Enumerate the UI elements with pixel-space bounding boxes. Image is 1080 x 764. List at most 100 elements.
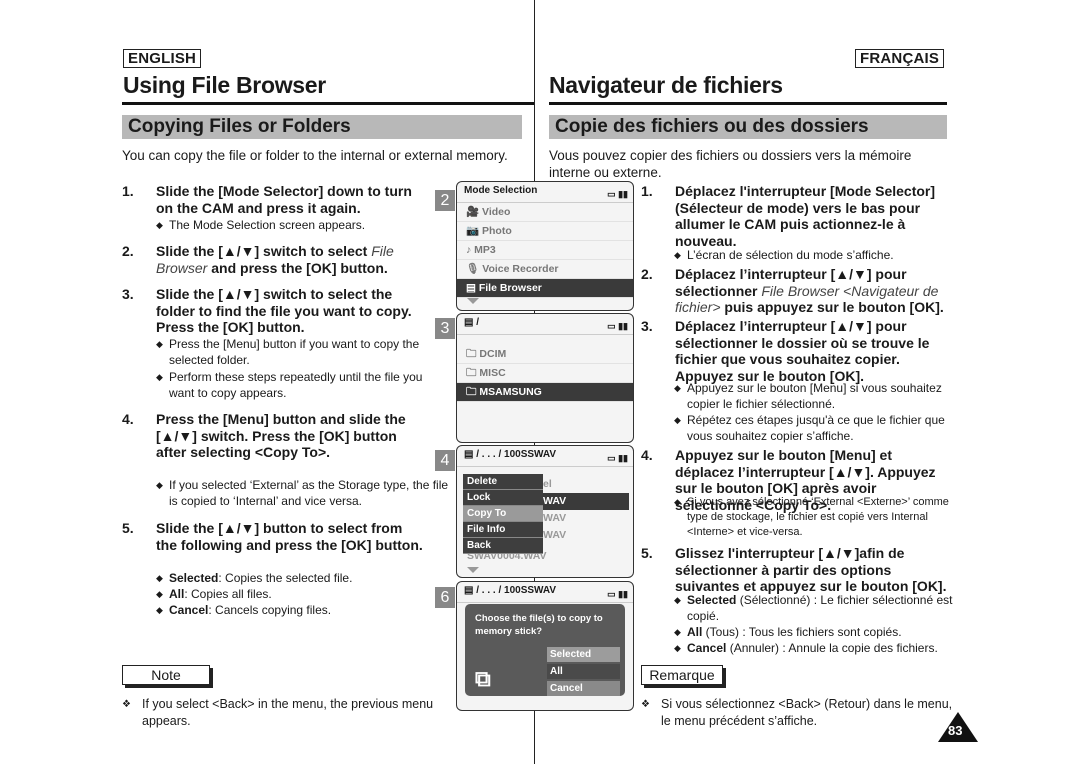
screen-badge-3: 3 — [435, 318, 455, 339]
memory-battery-icon: ▭ ▮▮ — [607, 189, 628, 199]
memory-battery-icon: ▭ ▮▮ — [607, 453, 628, 463]
step-fr-1: 1. Déplacez l'interrupteur [Mode Selecto… — [641, 183, 951, 249]
copy-dialog: Choose the file(s) to copy to memory sti… — [465, 604, 625, 696]
dialog-option-all[interactable]: All — [547, 664, 620, 679]
step-text: Slide the [▲/▼] switch to select — [156, 243, 372, 259]
screen-path: / — [476, 317, 480, 328]
language-label-french: FRANÇAIS — [855, 49, 945, 68]
menu-item-lock[interactable]: Lock — [463, 490, 543, 506]
title-rule-fr — [549, 102, 947, 105]
screen-title: Mode Selection — [464, 185, 538, 196]
screen-header: ▤ / . . . / 100SSWAV ▭ ▮▮ — [457, 582, 633, 603]
step-en-1: 1. Slide the [Mode Selector] down to tur… — [122, 183, 427, 216]
page-number-badge: 83 — [938, 712, 978, 742]
option-en-selected: Selected: Copies the selected file. — [156, 570, 439, 586]
menu-item-file-info[interactable]: File Info — [463, 522, 543, 538]
dialog-question: Choose the file(s) to copy to memory sti… — [475, 613, 603, 637]
bullet-en-4: If you selected ‘External’ as the Storag… — [156, 477, 449, 509]
folder-item-misc[interactable]: 🗀 MISC — [457, 364, 633, 383]
step-number: 1. — [641, 183, 653, 199]
option-fr-all: All (Tous) : Tous les fichiers sont copi… — [674, 624, 962, 640]
step-fr-5: 5. Glissez l'interrupteur [▲/▼]afin de s… — [641, 545, 951, 595]
step-fr-2: 2. Déplacez l’interrupteur [▲/▼] pour sé… — [641, 266, 951, 316]
bullet-en-3b: Perform these steps repeatedly until the… — [156, 369, 439, 401]
note-label-fr: Remarque — [641, 665, 723, 685]
step-text: Déplacez l’interrupteur [▲/▼] pour sélec… — [675, 318, 930, 384]
bullet-en-3a: Press the [Menu] button if you want to c… — [156, 336, 439, 368]
note-label-en: Note — [122, 665, 210, 685]
screen-path: / . . . / 100SSWAV — [476, 449, 557, 460]
step-number: 1. — [122, 183, 134, 199]
step-en-3: 3. Slide the [▲/▼] switch to select the … — [122, 286, 427, 336]
screen-header: ▤ / . . . / 100SSWAV ▭ ▮▮ — [457, 446, 633, 467]
step-text: puis appuyez sur le bouton [OK]. — [720, 299, 944, 315]
menu-item-copy-to[interactable]: Copy To — [463, 506, 543, 522]
screen-copy-dialog: ▤ / . . . / 100SSWAV ▭ ▮▮ Choose the file… — [456, 581, 634, 711]
section-heading-fr: Copie des fichiers ou des dossiers — [549, 115, 947, 139]
folder-item-dcim[interactable]: 🗀 DCIM — [457, 345, 633, 364]
mode-item-photo[interactable]: 📷 Photo — [457, 222, 633, 241]
menu-item-back[interactable]: Back — [463, 538, 543, 554]
step-number: 5. — [641, 545, 653, 561]
step-text: Slide the [▲/▼] button to select from th… — [156, 520, 423, 553]
step-number: 5. — [122, 520, 134, 536]
step-number: 2. — [122, 243, 134, 259]
screen-path: / . . . / 100SSWAV — [476, 585, 557, 596]
language-label-english: ENGLISH — [123, 49, 202, 68]
page-title-en: Using File Browser — [123, 72, 326, 98]
screen-badge-2: 2 — [435, 190, 455, 211]
bullet-fr-1: L’écran de sélection du mode s’affiche. — [674, 247, 967, 263]
option-en-all: All: Copies all files. — [156, 586, 439, 602]
step-en-5: 5. Slide the [▲/▼] button to select from… — [122, 520, 427, 553]
screen-badge-4: 4 — [435, 450, 455, 471]
step-number: 2. — [641, 266, 653, 282]
step-number: 4. — [641, 447, 653, 463]
step-text: Glissez l'interrupteur [▲/▼]afin de séle… — [675, 545, 947, 594]
note-text-fr: Si vous sélectionnez <Back> (Retour) dan… — [641, 696, 961, 730]
dialog-option-cancel[interactable]: Cancel — [547, 681, 620, 696]
folder-item-msamsung[interactable]: 🗀 MSAMSUNG — [457, 383, 633, 402]
bullet-en-1: The Mode Selection screen appears. — [156, 217, 449, 233]
intro-fr: Vous pouvez copier des fichiers ou dossi… — [549, 148, 912, 180]
mode-item-mp3[interactable]: ♪ MP3 — [457, 241, 633, 260]
note-text-en: If you select <Back> in the menu, the pr… — [122, 696, 472, 730]
intro-en: You can copy the file or folder to the i… — [122, 148, 508, 163]
file-list-behind: el WAV WAV WAV — [543, 476, 629, 544]
bullet-fr-3a: Appuyez sur le bouton [Menu] si vous sou… — [674, 380, 967, 412]
mode-item-file-browser[interactable]: ▤ File Browser — [457, 279, 633, 298]
step-text: Déplacez l'interrupteur [Mode Selector] … — [675, 183, 936, 249]
screen-header: Mode Selection ▭ ▮▮ — [457, 182, 633, 203]
step-text: Slide the [▲/▼] switch to select the fol… — [156, 286, 412, 335]
memory-battery-icon: ▭ ▮▮ — [607, 321, 628, 331]
screen-mode-selection: Mode Selection ▭ ▮▮ 🎥 Video 📷 Photo ♪ MP3… — [456, 181, 634, 311]
dialog-option-selected[interactable]: Selected — [547, 647, 620, 662]
bullet-fr-4: Si vous avez sélectionné ‘External <Exte… — [674, 495, 967, 540]
screen-header: ▤ / ▭ ▮▮ — [457, 314, 633, 335]
context-menu: Delete Lock Copy To File Info Back — [463, 474, 543, 554]
section-heading-en: Copying Files or Folders — [122, 115, 522, 139]
step-number: 3. — [641, 318, 653, 334]
screen-badge-6: 6 — [435, 587, 455, 608]
step-fr-3: 3. Déplacez l’interrupteur [▲/▼] pour sé… — [641, 318, 951, 384]
page-title-fr: Navigateur de fichiers — [549, 72, 783, 98]
mode-item-voice-recorder[interactable]: 🎙 Voice Recorder — [457, 260, 633, 279]
step-text: and press the [OK] button. — [207, 259, 388, 276]
step-en-4: 4. Press the [Menu] button and slide the… — [122, 411, 427, 461]
mode-item-video[interactable]: 🎥 Video — [457, 203, 633, 222]
menu-item-delete[interactable]: Delete — [463, 474, 543, 490]
option-fr-selected: Selected (Sélectionné) : Le fichier séle… — [674, 592, 962, 624]
option-en-cancel: Cancel: Cancels copying files. — [156, 602, 439, 618]
step-number: 3. — [122, 286, 134, 302]
bullet-fr-3b: Répétez ces étapes jusqu'à ce que le fic… — [674, 412, 967, 444]
page-number: 83 — [948, 723, 963, 738]
step-text: Press the [Menu] button and slide the [▲… — [156, 411, 406, 460]
scroll-down-icon — [467, 298, 479, 304]
title-rule-en — [122, 102, 534, 105]
scroll-down-icon — [467, 567, 479, 573]
memory-battery-icon: ▭ ▮▮ — [607, 589, 628, 599]
option-fr-cancel: Cancel (Annuler) : Annule la copie des f… — [674, 640, 967, 656]
screen-folder-list: ▤ / ▭ ▮▮ 🗀 DCIM 🗀 MISC 🗀 MSAMSUNG — [456, 313, 634, 443]
copy-files-icon: ⧉ — [475, 666, 491, 691]
screen-file-menu: ▤ / . . . / 100SSWAV ▭ ▮▮ el WAV WAV WAV … — [456, 445, 634, 578]
step-text: Slide the [Mode Selector] down to turn o… — [156, 183, 412, 216]
